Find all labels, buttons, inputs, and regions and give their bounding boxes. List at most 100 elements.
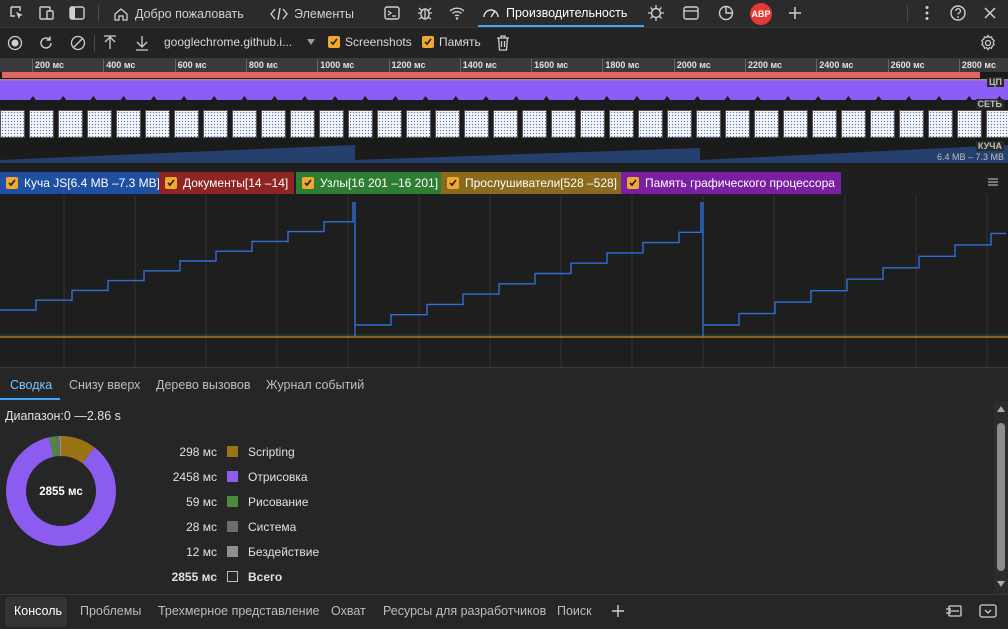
legend-listeners[interactable]: Прослушиватели[528 –528] xyxy=(441,172,624,194)
screenshot-thumbnail[interactable] xyxy=(87,110,112,138)
network-wifi-icon[interactable] xyxy=(448,4,466,22)
time-tick-label: 1800 мс xyxy=(605,60,640,70)
screenshot-thumbnail[interactable] xyxy=(261,110,286,138)
screenshot-thumbnail[interactable] xyxy=(725,110,750,138)
scrollbar-thumb[interactable] xyxy=(997,423,1005,571)
screenshot-thumbnail[interactable] xyxy=(29,110,54,138)
screenshot-thumbnail[interactable] xyxy=(870,110,895,138)
screenshot-thumbnail[interactable] xyxy=(174,110,199,138)
legend-gpu-memory[interactable]: Память графического процессора xyxy=(621,172,841,194)
scroll-up-arrow-icon[interactable] xyxy=(997,406,1005,412)
screenshot-thumbnail[interactable] xyxy=(319,110,344,138)
screenshot-thumbnail[interactable] xyxy=(0,110,25,138)
drawer-tab-console[interactable]: Консоль xyxy=(14,604,62,618)
record-button[interactable] xyxy=(7,35,23,51)
console-icon[interactable] xyxy=(383,4,401,22)
screenshot-thumbnail[interactable] xyxy=(435,110,460,138)
screenshot-thumbnail[interactable] xyxy=(928,110,953,138)
summary-category: Отрисовка xyxy=(248,470,308,484)
legend-documents[interactable]: Документы[14 –14] xyxy=(159,172,295,194)
drawer-tab-coverage[interactable]: Охват xyxy=(331,604,366,618)
donut-total-label: 2855 мс xyxy=(39,486,83,498)
screenshot-thumbnail[interactable] xyxy=(522,110,547,138)
summary-row: 298 мс Scripting xyxy=(150,445,370,461)
screenshot-thumbnail[interactable] xyxy=(203,110,228,138)
screenshot-thumbnail[interactable] xyxy=(377,110,402,138)
drawer-tab-developer-resources[interactable]: Ресурсы для разработчиков xyxy=(383,604,546,618)
screenshots-checkbox[interactable]: Screenshots xyxy=(328,35,412,49)
help-icon[interactable] xyxy=(949,4,967,22)
clear-button[interactable] xyxy=(70,35,86,51)
bug-icon[interactable] xyxy=(416,4,434,22)
screenshot-thumbnail[interactable] xyxy=(145,110,170,138)
screenshot-thumbnail[interactable] xyxy=(232,110,257,138)
summary-scrollbar[interactable] xyxy=(994,401,1008,594)
chevron-down-icon[interactable] xyxy=(306,38,316,46)
screenshot-thumbnail[interactable] xyxy=(580,110,605,138)
screenshot-thumbnail[interactable] xyxy=(986,110,1008,138)
add-tab-icon[interactable] xyxy=(786,4,804,22)
close-drawer-icon[interactable] xyxy=(979,603,997,619)
range-label: Диапазон:0 —2.86 s xyxy=(5,409,121,423)
screenshot-thumbnail[interactable] xyxy=(464,110,489,138)
screenshot-thumbnail[interactable] xyxy=(609,110,634,138)
dock-sidebar-icon[interactable] xyxy=(68,4,86,22)
more-options-icon[interactable] xyxy=(918,4,936,22)
screenshots-strip[interactable] xyxy=(0,110,1008,140)
lighthouse-pie-icon[interactable] xyxy=(717,4,735,22)
memory-checkbox[interactable]: Память xyxy=(422,35,481,49)
close-icon[interactable] xyxy=(981,4,999,22)
memory-chip-icon[interactable] xyxy=(647,4,665,22)
screenshot-thumbnail[interactable] xyxy=(783,110,808,138)
time-tick-label: 2400 мс xyxy=(819,60,854,70)
drawer-tab-issues[interactable]: Проблемы xyxy=(80,604,141,618)
scroll-down-arrow-icon[interactable] xyxy=(997,581,1005,587)
drawer-tab-search[interactable]: Поиск xyxy=(557,604,592,618)
legend-nodes[interactable]: Узлы[16 201 –16 201] xyxy=(296,172,445,194)
screenshot-thumbnail[interactable] xyxy=(551,110,576,138)
download-profile-button[interactable] xyxy=(134,34,150,52)
inspect-element-icon[interactable] xyxy=(8,4,26,22)
tab-bottom-up[interactable]: Снизу вверх xyxy=(69,378,140,392)
tab-performance[interactable]: Производительность xyxy=(478,0,644,27)
recording-select[interactable]: googlechrome.github.i... xyxy=(164,35,292,49)
tab-welcome[interactable]: Добро пожаловать xyxy=(113,0,244,27)
tab-summary[interactable]: Сводка xyxy=(10,378,52,392)
summary-panel: Диапазон:0 —2.86 s 2855 мс 298 мс Scripti… xyxy=(0,401,994,594)
legend-js-heap[interactable]: Куча JS[6.4 MB –7.3 MB] xyxy=(0,172,166,194)
tab-elements[interactable]: Элементы xyxy=(270,0,354,27)
dock-drawer-icon[interactable] xyxy=(945,603,963,619)
screenshot-thumbnail[interactable] xyxy=(812,110,837,138)
screenshot-thumbnail[interactable] xyxy=(638,110,663,138)
timeline-overview[interactable]: 200 мс 400 мс 600 мс 800 мс 1000 мс 1200 мс 14… xyxy=(0,59,1008,166)
add-drawer-tab-icon[interactable] xyxy=(610,603,626,619)
time-tick-label: 2200 мс xyxy=(748,60,783,70)
garbage-collect-button[interactable] xyxy=(495,34,511,52)
screenshot-thumbnail[interactable] xyxy=(754,110,779,138)
application-window-icon[interactable] xyxy=(682,4,700,22)
cpu-activity-graph xyxy=(0,79,1008,100)
screenshot-thumbnail[interactable] xyxy=(348,110,373,138)
download-icon xyxy=(136,36,148,51)
reload-record-button[interactable] xyxy=(38,35,54,51)
adblock-plus-icon[interactable]: ABP xyxy=(750,3,772,25)
screenshot-thumbnail[interactable] xyxy=(957,110,982,138)
time-tick-label: 800 мс xyxy=(248,60,278,70)
tab-event-log[interactable]: Журнал событий xyxy=(266,378,364,392)
upload-profile-button[interactable] xyxy=(102,34,118,52)
screenshot-thumbnail[interactable] xyxy=(696,110,721,138)
screenshot-thumbnail[interactable] xyxy=(899,110,924,138)
drawer-tab-3d-view[interactable]: Трехмерное представление xyxy=(158,604,320,618)
screenshot-thumbnail[interactable] xyxy=(493,110,518,138)
legend-menu-icon[interactable] xyxy=(987,176,999,188)
screenshot-thumbnail[interactable] xyxy=(406,110,431,138)
screenshot-thumbnail[interactable] xyxy=(841,110,866,138)
screenshot-thumbnail[interactable] xyxy=(667,110,692,138)
screenshot-thumbnail[interactable] xyxy=(58,110,83,138)
tab-call-tree[interactable]: Дерево вызовов xyxy=(156,378,251,392)
home-icon xyxy=(114,7,128,21)
screenshot-thumbnail[interactable] xyxy=(116,110,141,138)
screenshot-thumbnail[interactable] xyxy=(290,110,315,138)
device-toolbar-icon[interactable] xyxy=(38,4,56,22)
capture-settings-button[interactable] xyxy=(979,34,997,52)
